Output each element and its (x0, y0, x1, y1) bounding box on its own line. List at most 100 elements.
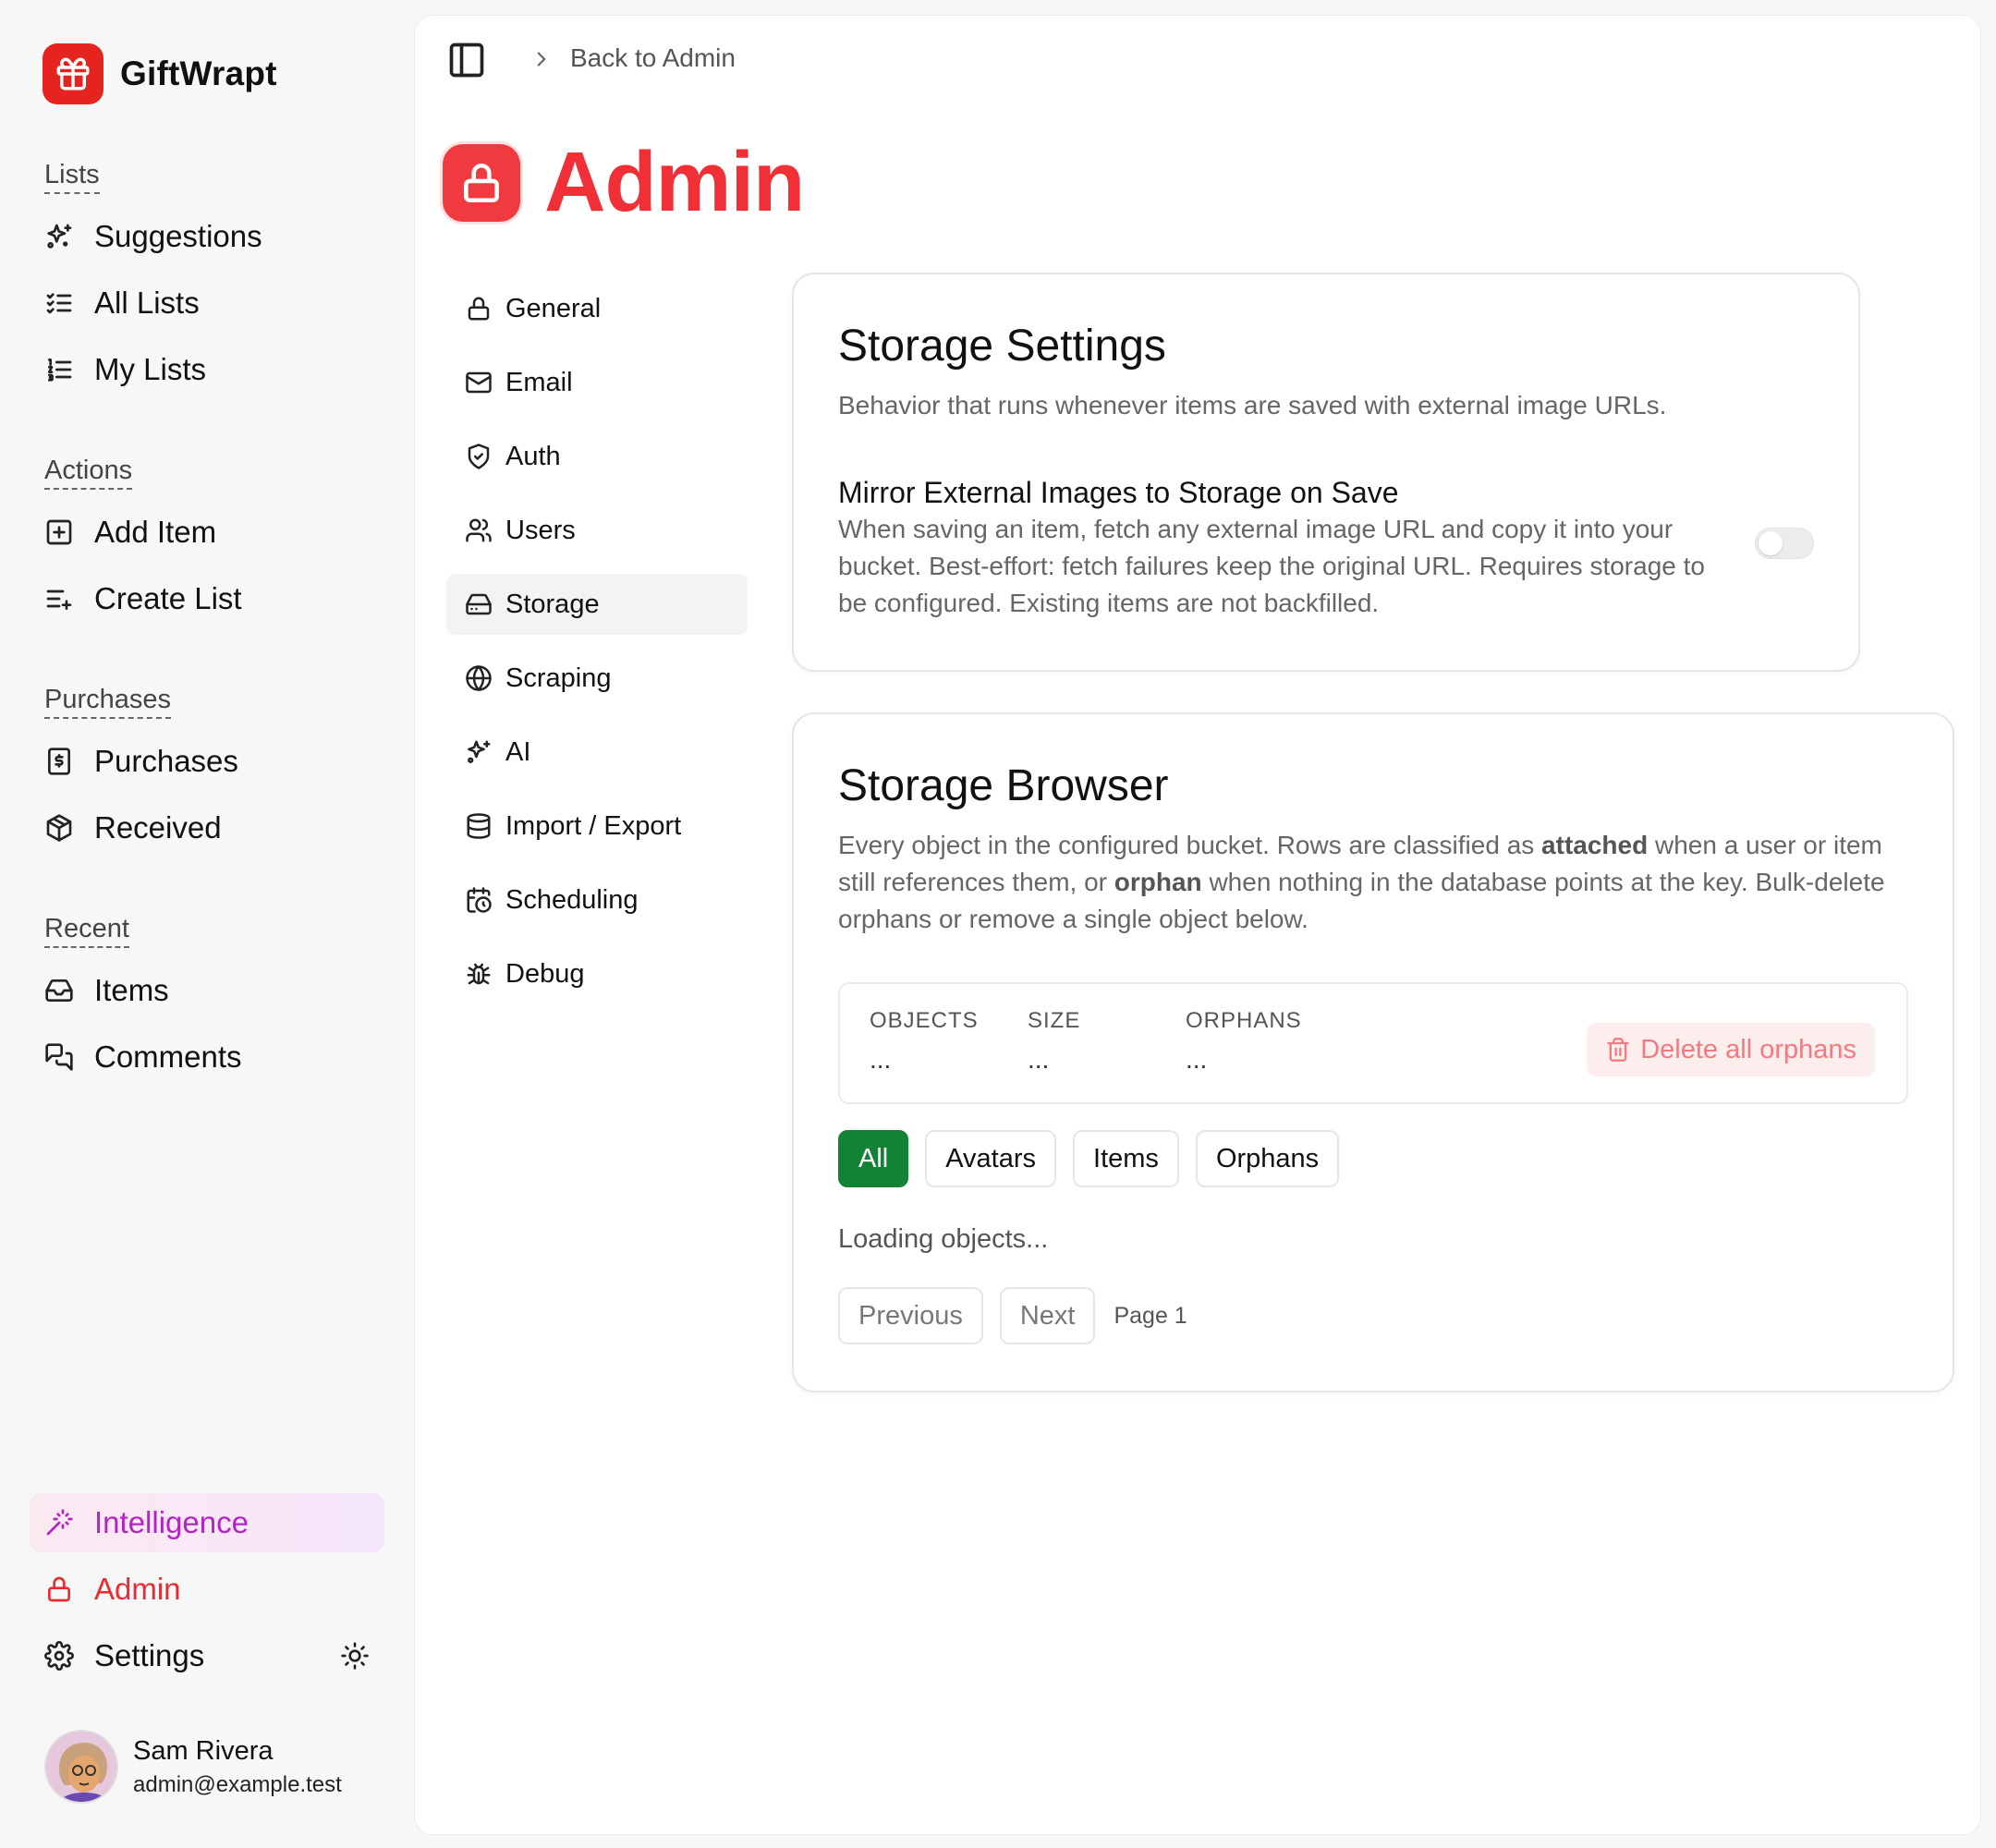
nav-item-create-list[interactable]: Create List (44, 577, 242, 621)
settings-nav-label: General (505, 293, 602, 323)
filter-items[interactable]: Items (1073, 1130, 1179, 1187)
mirror-images-toggle[interactable] (1755, 528, 1814, 559)
stat-value: ... (1028, 1045, 1050, 1074)
settings-nav-email[interactable]: Email (446, 352, 748, 413)
square-plus-icon (44, 517, 74, 547)
storage-browser-card: Storage Browser Every object in the conf… (792, 712, 1954, 1392)
nav-item-comments[interactable]: Comments (44, 1035, 242, 1079)
nav-item-label: Received (94, 810, 222, 845)
nav-heading-recent: Recent (44, 914, 129, 948)
delete-all-orphans-label: Delete all orphans (1640, 1034, 1856, 1064)
desc-text: Every object in the configured bucket. R… (838, 831, 1542, 859)
nav-item-label: All Lists (94, 286, 200, 320)
settings-nav-scheduling[interactable]: Scheduling (446, 869, 748, 930)
list-checks-icon (44, 288, 74, 318)
nav-item-label: Suggestions (94, 219, 262, 253)
storage-settings-title: Storage Settings (838, 322, 1166, 371)
nav-item-intelligence[interactable]: Intelligence (30, 1493, 384, 1552)
messages-icon (44, 1042, 74, 1072)
settings-nav-import-export[interactable]: Import / Export (446, 796, 748, 857)
list-ordered-icon (44, 355, 74, 384)
stat-label: SIZE (1028, 1008, 1081, 1033)
storage-browser-description: Every object in the configured bucket. R… (838, 827, 1910, 938)
nav-item-received[interactable]: Received (44, 806, 222, 850)
lock-icon (458, 160, 505, 206)
settings-nav-label: Email (505, 367, 573, 397)
brand-logo (43, 43, 103, 104)
settings-nav-label: AI (505, 736, 531, 767)
sparkles-icon (44, 222, 74, 251)
settings-nav-ai[interactable]: AI (446, 722, 748, 783)
nav-item-all-lists[interactable]: All Lists (44, 281, 200, 325)
settings-nav-scraping[interactable]: Scraping (446, 648, 748, 709)
package-open-icon (44, 813, 74, 843)
nav-item-add-item[interactable]: Add Item (44, 510, 216, 554)
user-info: Sam Rivera admin@example.test (133, 1736, 342, 1798)
chevron-right-icon (529, 47, 554, 71)
nav-item-purchases[interactable]: Purchases (44, 739, 238, 784)
page-header-badge (443, 143, 520, 222)
nav-heading-lists: Lists (44, 160, 100, 194)
settings-nav-storage[interactable]: Storage (446, 574, 748, 635)
nav-item-label: Create List (94, 581, 242, 615)
list-plus-icon (44, 584, 74, 614)
globe-icon (465, 664, 493, 692)
users-icon (465, 517, 493, 544)
settings-nav-label: Scheduling (505, 884, 639, 915)
settings-nav-label: Storage (505, 589, 600, 619)
delete-all-orphans-button[interactable]: Delete all orphans (1587, 1023, 1875, 1076)
filter-all[interactable]: All (838, 1130, 909, 1187)
pagination: Previous Next Page 1 (838, 1287, 1187, 1344)
lock-icon (44, 1574, 74, 1604)
stat-value: ... (870, 1045, 892, 1074)
page-indicator: Page 1 (1114, 1302, 1187, 1329)
panel-left-icon[interactable] (446, 40, 487, 80)
database-icon (465, 812, 493, 840)
filter-avatars[interactable]: Avatars (925, 1130, 1057, 1187)
nav-item-my-lists[interactable]: My Lists (44, 347, 206, 392)
settings-nav-auth[interactable]: Auth (446, 426, 748, 487)
next-page-button[interactable]: Next (999, 1287, 1096, 1344)
gift-icon (54, 55, 92, 93)
calendar-clock-icon (465, 886, 493, 914)
nav-heading-actions: Actions (44, 456, 133, 490)
settings-nav-general[interactable]: General (446, 278, 748, 339)
settings-nav-label: Scraping (505, 663, 612, 693)
nav-item-items[interactable]: Items (44, 968, 169, 1013)
user-email: admin@example.test (133, 1771, 342, 1797)
sun-icon[interactable] (340, 1641, 370, 1671)
object-filters: All Avatars Items Orphans (838, 1130, 1356, 1187)
settings-nav-label: Debug (505, 958, 585, 989)
sidebar: GiftWrapt Lists Suggestions All Lists My… (0, 0, 412, 1848)
hard-drive-icon (465, 590, 493, 618)
nav-item-label: Purchases (94, 744, 238, 778)
desc-attached: attached (1541, 831, 1649, 859)
stat-label: OBJECTS (870, 1008, 979, 1033)
inbox-icon (44, 976, 74, 1005)
nav-item-label: Admin (94, 1572, 181, 1606)
nav-item-settings[interactable]: Settings (44, 1634, 204, 1678)
user-profile[interactable]: Sam Rivera admin@example.test (44, 1730, 342, 1804)
bug-icon (465, 960, 493, 988)
page-title: Admin (544, 135, 805, 229)
back-to-admin-link[interactable]: Back to Admin (570, 43, 736, 73)
receipt-icon (44, 747, 74, 776)
settings-nav-label: Users (505, 515, 576, 545)
storage-stats: OBJECTS ... SIZE ... ORPHANS ... Delete … (838, 982, 1908, 1104)
brand[interactable]: GiftWrapt (43, 43, 277, 104)
gear-icon (44, 1641, 74, 1671)
wand-sparkles-icon (44, 1508, 74, 1538)
nav-item-label: Intelligence (94, 1505, 249, 1539)
nav-item-label: Comments (94, 1040, 242, 1074)
nav-item-label: Items (94, 973, 169, 1007)
settings-nav-debug[interactable]: Debug (446, 943, 748, 1004)
nav-item-admin[interactable]: Admin (44, 1567, 181, 1611)
settings-nav-label: Import / Export (505, 810, 682, 841)
brand-name: GiftWrapt (120, 55, 277, 92)
filter-orphans[interactable]: Orphans (1195, 1130, 1340, 1187)
toggle-knob (1759, 531, 1783, 555)
previous-page-button[interactable]: Previous (838, 1287, 983, 1344)
nav-item-suggestions[interactable]: Suggestions (44, 214, 262, 259)
mail-icon (465, 369, 493, 396)
settings-nav-users[interactable]: Users (446, 500, 748, 561)
